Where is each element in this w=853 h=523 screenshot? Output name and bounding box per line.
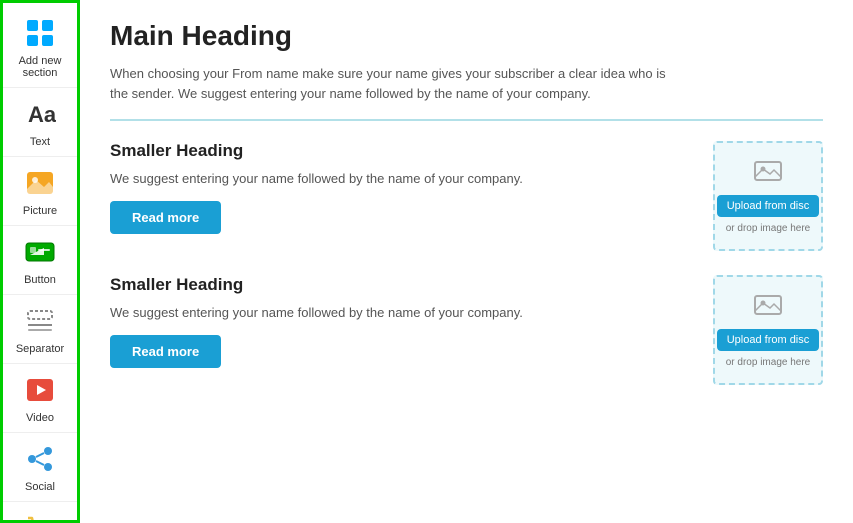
text-icon: Aa xyxy=(22,96,58,132)
upload-from-disc-button-1[interactable]: Upload from disc xyxy=(717,195,820,217)
upload-from-disc-button-2[interactable]: Upload from disc xyxy=(717,329,820,351)
block-1-description: We suggest entering your name followed b… xyxy=(110,169,693,189)
sidebar: Add new section Aa Text Picture xyxy=(0,0,80,523)
picture-icon xyxy=(22,165,58,201)
grid-icon xyxy=(22,15,58,51)
content-block-2: Smaller Heading We suggest entering your… xyxy=(110,275,823,385)
divider-line xyxy=(110,119,823,121)
sidebar-item-social[interactable]: Social xyxy=(3,433,77,502)
sidebar-item-add-new-section-label: Add new section xyxy=(19,55,62,79)
sidebar-item-button-label: Button xyxy=(24,274,56,286)
block-1-subheading: Smaller Heading xyxy=(110,141,693,161)
separator-icon xyxy=(22,303,58,339)
upload-box-2: Upload from disc or drop image here xyxy=(713,275,823,385)
sidebar-item-video-label: Video xyxy=(26,412,54,424)
read-more-button-1[interactable]: Read more xyxy=(110,201,221,234)
block-1-text: Smaller Heading We suggest entering your… xyxy=(110,141,693,234)
svg-text:Aa: Aa xyxy=(28,102,56,127)
upload-image-icon-1 xyxy=(754,159,782,189)
sidebar-item-checkout[interactable]: Checkout xyxy=(3,502,77,523)
social-icon xyxy=(22,441,58,477)
sidebar-item-video[interactable]: Video xyxy=(3,364,77,433)
upload-drop-label-1: or drop image here xyxy=(726,223,811,234)
sidebar-item-picture[interactable]: Picture xyxy=(3,157,77,226)
block-2-text: Smaller Heading We suggest entering your… xyxy=(110,275,693,368)
upload-drop-label-2: or drop image here xyxy=(726,357,811,368)
video-icon xyxy=(22,372,58,408)
content-block-1: Smaller Heading We suggest entering your… xyxy=(110,141,823,251)
sidebar-item-add-new-section[interactable]: Add new section xyxy=(3,7,77,88)
sidebar-item-social-label: Social xyxy=(25,481,55,493)
sidebar-item-text[interactable]: Aa Text xyxy=(3,88,77,157)
sidebar-item-text-label: Text xyxy=(30,136,50,148)
sidebar-item-picture-label: Picture xyxy=(23,205,57,217)
main-description: When choosing your From name make sure y… xyxy=(110,64,670,103)
block-2-subheading: Smaller Heading xyxy=(110,275,693,295)
sidebar-item-separator[interactable]: Separator xyxy=(3,295,77,364)
checkout-icon xyxy=(22,510,58,523)
block-2-description: We suggest entering your name followed b… xyxy=(110,303,693,323)
upload-image-icon-2 xyxy=(754,293,782,323)
main-content: Main Heading When choosing your From nam… xyxy=(80,0,853,523)
read-more-button-2[interactable]: Read more xyxy=(110,335,221,368)
upload-box-1: Upload from disc or drop image here xyxy=(713,141,823,251)
button-icon xyxy=(22,234,58,270)
main-heading: Main Heading xyxy=(110,20,823,52)
sidebar-item-separator-label: Separator xyxy=(16,343,64,355)
sidebar-item-button[interactable]: Button xyxy=(3,226,77,295)
